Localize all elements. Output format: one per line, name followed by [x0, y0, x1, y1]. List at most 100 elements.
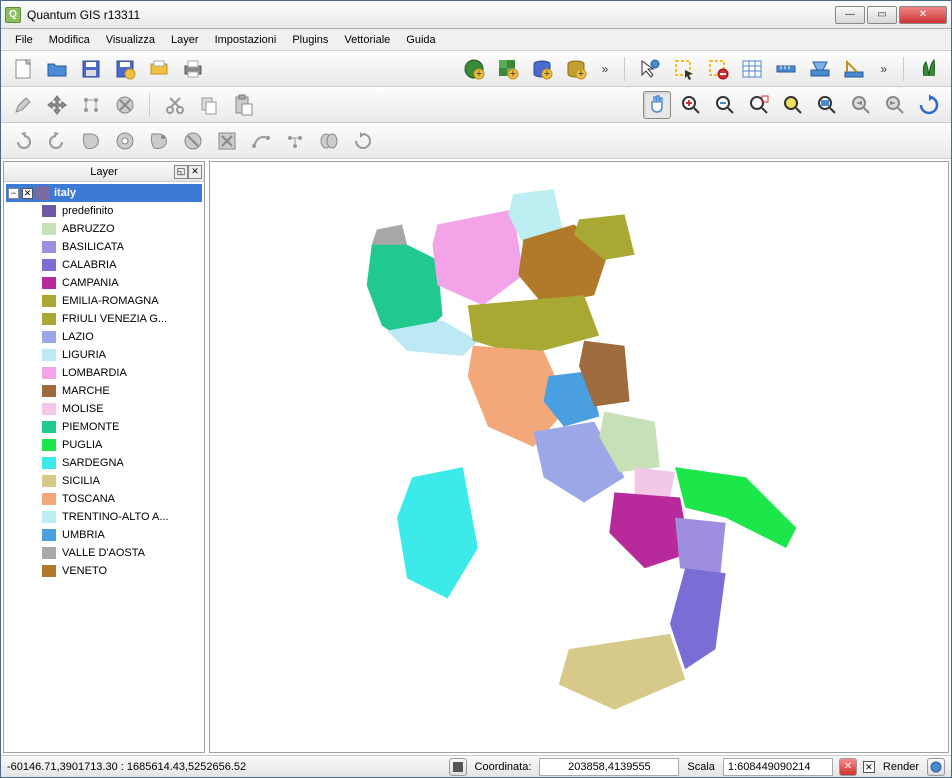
measure-area-button[interactable]	[806, 55, 834, 83]
measure-angle-button[interactable]	[840, 55, 868, 83]
menu-visualizza[interactable]: Visualizza	[98, 32, 163, 48]
split-button[interactable]	[281, 127, 309, 155]
delete-part-button[interactable]	[213, 127, 241, 155]
add-wms-layer-button[interactable]: +	[562, 55, 590, 83]
rotate-button[interactable]	[349, 127, 377, 155]
zoom-next-button[interactable]	[881, 91, 909, 119]
menu-impostazioni[interactable]: Impostazioni	[207, 32, 285, 48]
pan-button[interactable]	[643, 91, 671, 119]
layer-item-label: UMBRIA	[62, 529, 105, 541]
coord-label: Coordinata:	[473, 761, 534, 773]
layer-item[interactable]: PIEMONTE	[6, 418, 202, 436]
add-postgis-layer-button[interactable]: +	[528, 55, 556, 83]
measure-line-button[interactable]	[772, 55, 800, 83]
merge-button[interactable]	[315, 127, 343, 155]
toggle-edit-button[interactable]	[9, 91, 37, 119]
layer-item-label: CAMPANIA	[62, 277, 119, 289]
reshape-button[interactable]	[247, 127, 275, 155]
map-canvas[interactable]	[209, 161, 949, 753]
toolbar-1b-more[interactable]: »	[874, 62, 893, 76]
zoom-in-button[interactable]	[677, 91, 705, 119]
node-tool-button[interactable]	[77, 91, 105, 119]
undo-button[interactable]	[9, 127, 37, 155]
layer-item[interactable]: LAZIO	[6, 328, 202, 346]
add-island-button[interactable]	[111, 127, 139, 155]
layer-item[interactable]: TOSCANA	[6, 490, 202, 508]
layer-tree[interactable]: − ✕ italy predefinitoABRUZZOBASILICATACA…	[4, 182, 204, 752]
expand-icon[interactable]: −	[8, 188, 19, 199]
open-file-button[interactable]	[43, 55, 71, 83]
status-stop-button[interactable]: ✕	[839, 758, 857, 776]
layer-item[interactable]: BASILICATA	[6, 238, 202, 256]
zoom-out-button[interactable]	[711, 91, 739, 119]
zoom-last-button[interactable]	[847, 91, 875, 119]
layer-item[interactable]: ABRUZZO	[6, 220, 202, 238]
select-button[interactable]	[670, 55, 698, 83]
layer-item[interactable]: predefinito	[6, 202, 202, 220]
layers-panel: Layer ◱ ✕ − ✕ italy predefinitoABRUZZOBA…	[3, 161, 205, 753]
layer-item[interactable]: UMBRIA	[6, 526, 202, 544]
identify-button[interactable]	[636, 55, 664, 83]
menu-layer[interactable]: Layer	[163, 32, 207, 48]
layer-item[interactable]: MARCHE	[6, 382, 202, 400]
add-ring-button[interactable]	[77, 127, 105, 155]
layer-item[interactable]: SICILIA	[6, 472, 202, 490]
save-as-button[interactable]	[111, 55, 139, 83]
menu-file[interactable]: File	[7, 32, 41, 48]
italy-map	[210, 162, 948, 752]
layer-item-label: LIGURIA	[62, 349, 106, 361]
layer-item[interactable]: FRIULI VENEZIA G...	[6, 310, 202, 328]
render-checkbox[interactable]: ✕	[863, 761, 875, 773]
add-raster-layer-button[interactable]: +	[494, 55, 522, 83]
layer-item[interactable]: EMILIA-ROMAGNA	[6, 292, 202, 310]
move-feature-button[interactable]	[43, 91, 71, 119]
print-composer-button[interactable]	[145, 55, 173, 83]
projection-button[interactable]	[927, 758, 945, 776]
delete-selected-button[interactable]	[111, 91, 139, 119]
zoom-selection-button[interactable]	[745, 91, 773, 119]
layer-item[interactable]: LOMBARDIA	[6, 364, 202, 382]
grass-button[interactable]	[915, 55, 943, 83]
toolbar-1-more[interactable]: »	[596, 62, 615, 76]
layer-item[interactable]: SARDEGNA	[6, 454, 202, 472]
layer-item[interactable]: LIGURIA	[6, 346, 202, 364]
layer-item[interactable]: VENETO	[6, 562, 202, 580]
stop-render-button[interactable]	[449, 758, 467, 776]
simplify-button[interactable]	[145, 127, 173, 155]
save-button[interactable]	[77, 55, 105, 83]
cut-button[interactable]	[161, 91, 189, 119]
paste-button[interactable]	[229, 91, 257, 119]
layer-item[interactable]: TRENTINO-ALTO A...	[6, 508, 202, 526]
redo-button[interactable]	[43, 127, 71, 155]
menu-modifica[interactable]: Modifica	[41, 32, 98, 48]
layer-item[interactable]: CAMPANIA	[6, 274, 202, 292]
print-button[interactable]	[179, 55, 207, 83]
copy-button[interactable]	[195, 91, 223, 119]
add-vector-layer-button[interactable]: +	[460, 55, 488, 83]
layers-panel-header[interactable]: Layer ◱ ✕	[4, 162, 204, 182]
layer-root-italy[interactable]: − ✕ italy	[6, 184, 202, 202]
menu-plugins[interactable]: Plugins	[284, 32, 336, 48]
refresh-button[interactable]	[915, 91, 943, 119]
delete-ring-button[interactable]	[179, 127, 207, 155]
coord-value[interactable]: 203858,4139555	[539, 758, 679, 776]
zoom-layer-button[interactable]	[813, 91, 841, 119]
attribute-table-button[interactable]	[738, 55, 766, 83]
minimize-button[interactable]: —	[835, 6, 865, 24]
layer-item[interactable]: VALLE D'AOSTA	[6, 544, 202, 562]
menu-guida[interactable]: Guida	[398, 32, 443, 48]
layer-checkbox[interactable]: ✕	[22, 188, 33, 199]
maximize-button[interactable]: ▭	[867, 6, 897, 24]
new-file-button[interactable]	[9, 55, 37, 83]
panel-close-button[interactable]: ✕	[188, 165, 202, 179]
layer-item[interactable]: MOLISE	[6, 400, 202, 418]
zoom-full-button[interactable]	[779, 91, 807, 119]
legend-swatch	[42, 385, 56, 397]
layer-item[interactable]: CALABRIA	[6, 256, 202, 274]
deselect-button[interactable]	[704, 55, 732, 83]
layer-item[interactable]: PUGLIA	[6, 436, 202, 454]
panel-undock-button[interactable]: ◱	[174, 165, 188, 179]
close-button[interactable]: ✕	[899, 6, 947, 24]
menu-vettoriale[interactable]: Vettoriale	[336, 32, 398, 48]
scale-value[interactable]: 1:608449090214	[723, 758, 833, 776]
